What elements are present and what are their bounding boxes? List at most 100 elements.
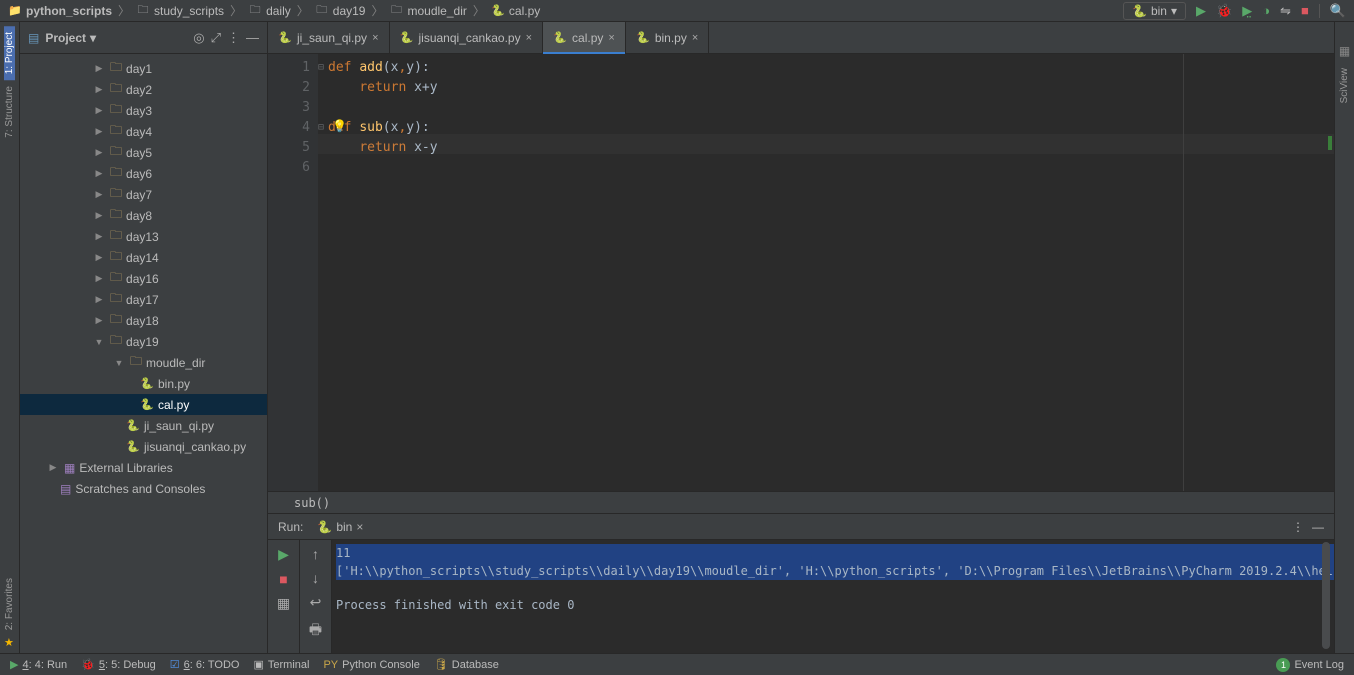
tree-item[interactable]: ▼🗀moudle_dir [20,352,267,373]
tree-item[interactable]: ▶🗀day7 [20,184,267,205]
tree-item[interactable]: ▶🗀day6 [20,163,267,184]
hide-icon[interactable]: — [1312,520,1324,534]
layout-icon[interactable]: ▦ [277,595,290,612]
tree-label: day2 [126,83,152,97]
expand-arrow-icon[interactable]: ▶ [92,126,106,137]
run-config-selector[interactable]: 🐍 bin ▾ [1123,2,1186,20]
tree-item[interactable]: 🐍ji_saun_qi.py [20,415,267,436]
tree-item[interactable]: ▶🗀day17 [20,289,267,310]
expand-arrow-icon[interactable]: ▼ [92,337,106,347]
tree-item[interactable]: ▶🗀day4 [20,121,267,142]
close-icon[interactable]: × [356,520,363,534]
close-icon[interactable]: × [608,32,614,44]
down-icon[interactable]: ↓ [312,570,319,586]
database-tool-button[interactable]: 🛢 Database [434,658,499,671]
event-log-button[interactable]: 1 Event Log [1276,658,1344,672]
expand-arrow-icon[interactable]: ▼ [112,358,126,368]
expand-arrow-icon[interactable]: ▶ [92,231,106,242]
tree-item[interactable]: ▶🗀day8 [20,205,267,226]
tree-item[interactable]: ▼🗀day19 [20,331,267,352]
expand-arrow-icon[interactable]: ▶ [92,294,106,305]
project-tree[interactable]: ▶🗀day1▶🗀day2▶🗀day3▶🗀day4▶🗀day5▶🗀day6▶🗀da… [20,54,267,653]
tree-item[interactable]: ▶🗀day16 [20,268,267,289]
debug-icon[interactable]: 🐞 [1216,3,1232,19]
print-icon[interactable]: 🖶 [309,619,322,643]
structure-tool-button[interactable]: 7: Structure [4,80,15,144]
hide-icon[interactable]: — [246,30,259,45]
tree-item[interactable]: ▶▦External Libraries [20,457,267,478]
close-icon[interactable]: × [526,32,532,44]
editor-tab[interactable]: 🐍ji_saun_qi.py× [268,22,390,53]
tree-item[interactable]: 🐍cal.py [20,394,267,415]
close-icon[interactable]: × [692,32,698,44]
terminal-tool-button[interactable]: ▣ Terminal [253,658,309,671]
code-content[interactable]: def add(x,y): return x+y def sub(x,y): r… [318,54,1334,491]
intention-bulb-icon[interactable]: 💡 [332,116,347,136]
tree-item[interactable]: ▤Scratches and Consoles [20,478,267,499]
sciview-tool-button[interactable]: SciView [1339,62,1350,109]
profile-icon[interactable]: ◑ [1262,3,1270,18]
tree-label: day7 [126,188,152,202]
breadcrumb-item[interactable]: 🗀 moudle_dir [390,4,467,18]
up-icon[interactable]: ↑ [312,546,319,562]
tree-item[interactable]: ▶🗀day5 [20,142,267,163]
rerun-icon[interactable]: ▶ [278,546,289,563]
editor[interactable]: 123456 def add(x,y): return x+y def sub(… [268,54,1334,491]
grid-icon[interactable]: ▦ [1339,44,1350,58]
search-icon[interactable]: 🔍 [1330,3,1346,19]
project-tool-button[interactable]: 1: Project [4,26,15,80]
debug-tool-button[interactable]: 🐞 5: 5: Debug [81,658,156,671]
tree-item[interactable]: 🐍jisuanqi_cankao.py [20,436,267,457]
expand-arrow-icon[interactable]: ▶ [92,189,106,200]
tree-item[interactable]: ▶🗀day18 [20,310,267,331]
expand-arrow-icon[interactable]: ▶ [92,147,106,158]
target-icon[interactable]: ◎ [193,30,204,46]
expand-arrow-icon[interactable]: ▶ [92,252,106,263]
sidebar-title[interactable]: Project ▾ [45,31,187,45]
fold-icon[interactable]: ⊟ [318,58,324,78]
breadcrumb-item[interactable]: 🐍 cal.py [491,4,540,18]
settings-icon[interactable]: ⋮ [227,30,240,46]
stop-icon[interactable]: ■ [1301,3,1309,18]
breadcrumb-item[interactable]: 🗀 study_scripts [136,4,224,18]
expand-arrow-icon[interactable]: ▶ [92,168,106,179]
editor-tab[interactable]: 🐍jisuanqi_cankao.py× [390,22,544,53]
console-line: 11 [336,544,1334,562]
scrollbar[interactable] [1322,542,1330,649]
expand-arrow-icon[interactable]: ▶ [92,210,106,221]
line-number: 6 [268,158,310,178]
coverage-icon[interactable]: ▶̤ [1242,3,1252,19]
expand-arrow-icon[interactable]: ▶ [92,315,106,326]
wrap-icon[interactable]: ↩ [310,594,322,611]
settings-icon[interactable]: ⋮ [1292,520,1304,534]
tree-item[interactable]: ▶🗀day2 [20,79,267,100]
tree-item[interactable]: ▶🗀day1 [20,58,267,79]
breadcrumb-item[interactable]: 🗀 day19 [315,4,366,18]
run-tab[interactable]: 🐍 bin × [311,518,369,536]
breadcrumb-item[interactable]: 📁 python_scripts [8,4,112,18]
expand-arrow-icon[interactable]: ▶ [92,63,106,74]
stop-icon[interactable]: ■ [279,571,287,587]
editor-breadcrumb[interactable]: sub() [268,491,1334,513]
editor-tab[interactable]: 🐍cal.py× [543,22,626,53]
tree-item[interactable]: ▶🗀day3 [20,100,267,121]
pyconsole-tool-button[interactable]: PY Python Console [323,659,419,671]
expand-arrow-icon[interactable]: ▶ [92,84,106,95]
fold-icon[interactable]: ⊟ [318,118,324,138]
tree-item[interactable]: 🐍bin.py [20,373,267,394]
expand-arrow-icon[interactable]: ▶ [46,462,60,473]
tree-item[interactable]: ▶🗀day13 [20,226,267,247]
run-tool-button[interactable]: ▶ 4: 4: Run [10,658,67,671]
breadcrumb-item[interactable]: 🗀 daily [248,4,291,18]
tree-item[interactable]: ▶🗀day14 [20,247,267,268]
console-output[interactable]: 11 ['H:\\python_scripts\\study_scripts\\… [332,540,1334,653]
run-icon[interactable]: ▶ [1196,3,1206,19]
collapse-icon[interactable]: ⤢ [211,30,221,46]
expand-arrow-icon[interactable]: ▶ [92,273,106,284]
close-icon[interactable]: × [372,32,378,44]
todo-tool-button[interactable]: ☑ 6: 6: TODO [170,658,240,671]
expand-arrow-icon[interactable]: ▶ [92,105,106,116]
editor-tab[interactable]: 🐍bin.py× [626,22,709,53]
attach-icon[interactable]: ⇋ [1280,3,1291,19]
favorites-tool-button[interactable]: 2: Favorites [4,572,15,636]
